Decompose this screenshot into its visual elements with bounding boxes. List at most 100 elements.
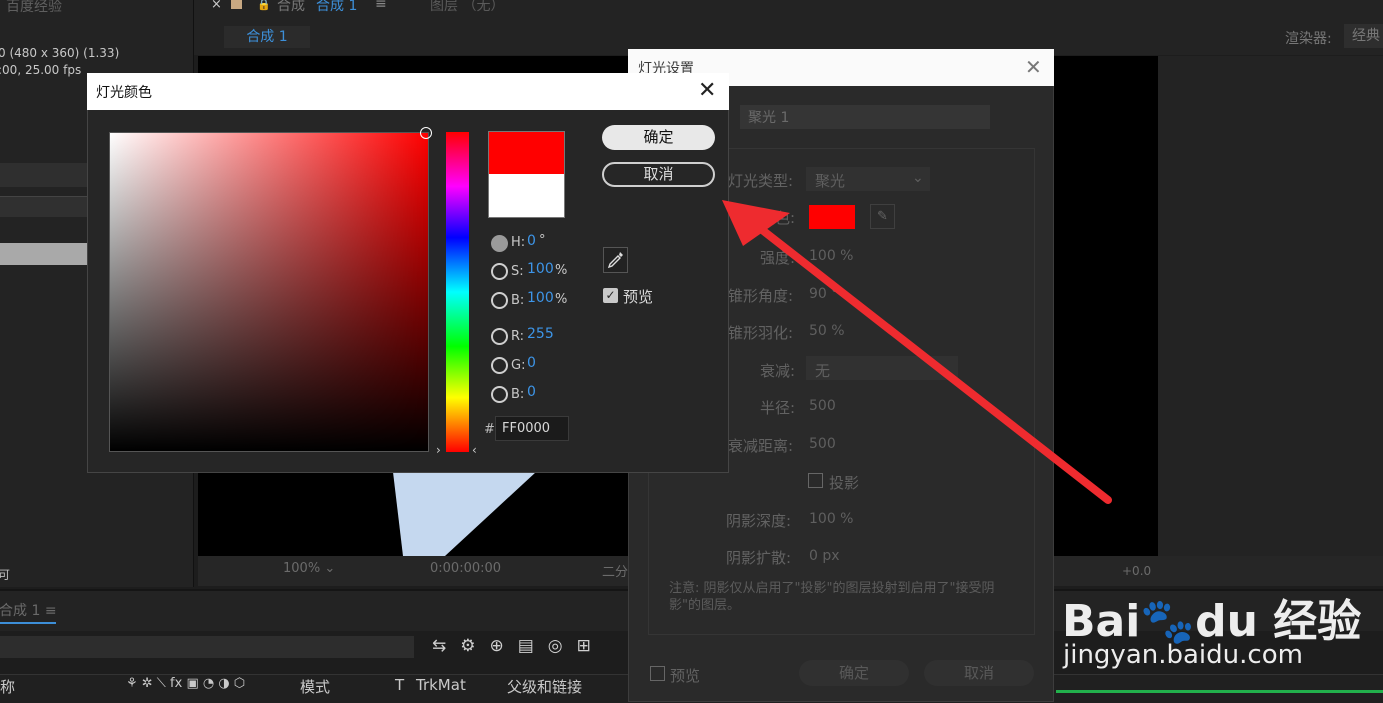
tab-composition-label[interactable]: 合成 — [277, 0, 305, 15]
shadow-diffusion-label: 阴影扩散: — [726, 549, 792, 567]
right-panel — [1158, 56, 1383, 556]
baidu-jingyan-watermark-url: jingyan.baidu.com — [1063, 640, 1303, 670]
settings-ok-button[interactable]: 确定 — [799, 660, 909, 686]
comp-subtab[interactable]: 合成 1 — [224, 26, 310, 48]
intensity-value[interactable]: 100 % — [809, 248, 853, 264]
h-label: H: — [511, 235, 526, 250]
panel-menu-icon[interactable]: ≡ — [375, 0, 387, 12]
hex-input[interactable]: FF0000 — [495, 416, 569, 441]
g-label: G: — [511, 358, 526, 373]
light-type-value: 聚光 — [815, 172, 846, 190]
falloff-distance-value[interactable]: 500 — [809, 436, 836, 452]
hue-slider[interactable] — [446, 132, 469, 452]
preview-label: 预览 — [623, 288, 654, 306]
color-label: 颜色: — [760, 209, 796, 227]
cast-shadows-label: 投影 — [829, 474, 860, 492]
timeline-tab[interactable]: 合成 1 ≡ — [0, 600, 57, 620]
r-value-input[interactable]: 255 — [527, 326, 554, 342]
timeline-tab-label: 合成 1 — [0, 603, 41, 619]
radio-b2[interactable] — [491, 386, 508, 403]
light-name-value: 聚光 1 — [748, 110, 790, 126]
b2-value-input[interactable]: 0 — [527, 384, 536, 400]
column-t[interactable]: T — [395, 676, 404, 694]
cone-angle-label: 锥形角度: — [728, 287, 794, 305]
lock-icon[interactable]: 🔒 — [257, 0, 271, 11]
radio-s[interactable] — [491, 263, 508, 280]
column-parent[interactable]: 父级和链接 — [507, 676, 582, 697]
s-label: S: — [511, 264, 524, 279]
radius-value[interactable]: 500 — [809, 398, 836, 414]
settings-cancel-button[interactable]: 取消 — [924, 660, 1034, 686]
current-time[interactable]: 0:00:00:00 — [430, 561, 501, 576]
project-selected-item[interactable] — [0, 243, 90, 265]
settings-preview-checkbox[interactable] — [650, 666, 665, 681]
s-value-input[interactable]: 100 — [527, 261, 554, 277]
exposure-value[interactable]: +0.0 — [1122, 564, 1151, 578]
preview-checkbox[interactable]: ✓ — [603, 288, 618, 303]
layer-switches-icons[interactable]: ⚘ ✲ ⟍ fx ▣ ◔ ◑ ⬡ — [126, 676, 245, 691]
hex-hash-label: # — [484, 422, 495, 437]
chevron-down-icon: ⌄ — [912, 170, 924, 186]
column-trkmat[interactable]: TrkMat — [416, 676, 466, 694]
saturation-brightness-field[interactable] — [109, 132, 429, 452]
b-label: B: — [511, 293, 525, 308]
shadow-darkness-value[interactable]: 100 % — [809, 511, 853, 527]
s-unit: % — [555, 263, 568, 278]
close-icon[interactable]: ✕ — [1025, 55, 1042, 79]
timeline-search-input[interactable] — [0, 636, 414, 658]
shadow-diffusion-value[interactable]: 0 px — [809, 548, 840, 564]
eyedropper-icon[interactable]: ✎ — [870, 204, 895, 229]
radio-g[interactable] — [491, 357, 508, 374]
eyedropper-icon — [607, 252, 623, 269]
tab-layer[interactable]: 图层 （无） — [430, 0, 504, 15]
project-footage-fps: :00, 25.00 fps — [0, 63, 82, 77]
falloff-distance-label: 衰减距离: — [728, 437, 794, 455]
color-picker-cursor[interactable] — [420, 127, 432, 139]
radio-b[interactable] — [491, 292, 508, 309]
swatch-frame — [488, 131, 565, 218]
close-icon[interactable]: ✕ — [698, 78, 716, 103]
view-layout[interactable]: 二分 — [602, 561, 628, 580]
light-color-swatch[interactable] — [809, 205, 855, 229]
cast-shadows-checkbox[interactable] — [808, 473, 823, 488]
b-unit: % — [555, 292, 568, 307]
hue-slider-right-marker-icon[interactable]: ‹ — [472, 443, 477, 457]
cone-feather-value[interactable]: 50 % — [809, 323, 845, 339]
chevron-down-icon: ⌄ — [324, 561, 336, 576]
project-bottom-label: 可 — [0, 568, 11, 582]
b-value-input[interactable]: 100 — [527, 290, 554, 306]
tab-composition-name[interactable]: 合成 1 — [316, 0, 357, 15]
zoom-dropdown[interactable]: 100% ⌄ — [283, 561, 368, 581]
comp-color-swatch — [231, 0, 242, 9]
radio-h[interactable] — [491, 235, 508, 252]
b2-label: B: — [511, 387, 525, 402]
timeline-switch-icons[interactable]: ⇆⚙⊕▤◎⊞ — [432, 636, 605, 656]
renderer-dropdown[interactable]: 经典 — [1344, 24, 1383, 48]
h-value-input[interactable]: 0 — [527, 233, 536, 249]
intensity-label: 强度: — [760, 249, 796, 267]
cone-angle-value[interactable]: 90 ° — [809, 286, 838, 302]
project-footage-info: 0 (480 x 360) (1.33) — [0, 46, 120, 60]
spotlight-beam — [393, 472, 536, 556]
color-dialog-title: 灯光颜色 — [96, 85, 152, 101]
renderer-label: 渲染器: — [1285, 31, 1332, 47]
composition-panel-header — [194, 0, 1383, 55]
zoom-value: 100% — [283, 561, 321, 576]
column-name[interactable]: 称 — [0, 676, 15, 697]
light-type-label: 灯光类型: — [728, 172, 794, 190]
panel-menu-icon[interactable]: ≡ — [45, 603, 57, 619]
eyedropper-button[interactable] — [603, 247, 628, 273]
hue-slider-left-marker-icon[interactable]: › — [436, 443, 441, 457]
r-label: R: — [511, 329, 525, 344]
color-dialog-titlebar[interactable] — [87, 73, 729, 110]
cancel-button[interactable]: 取消 — [602, 162, 715, 187]
falloff-label: 衰减: — [760, 362, 796, 380]
g-value-input[interactable]: 0 — [527, 355, 536, 371]
radio-r[interactable] — [491, 328, 508, 345]
timeline-work-bar — [1056, 690, 1383, 693]
shadow-darkness-label: 阴影深度: — [726, 512, 792, 530]
h-unit: ° — [539, 233, 546, 248]
tab-close-icon[interactable]: × — [211, 0, 222, 12]
column-mode[interactable]: 模式 — [300, 676, 330, 697]
ok-button[interactable]: 确定 — [602, 125, 715, 150]
